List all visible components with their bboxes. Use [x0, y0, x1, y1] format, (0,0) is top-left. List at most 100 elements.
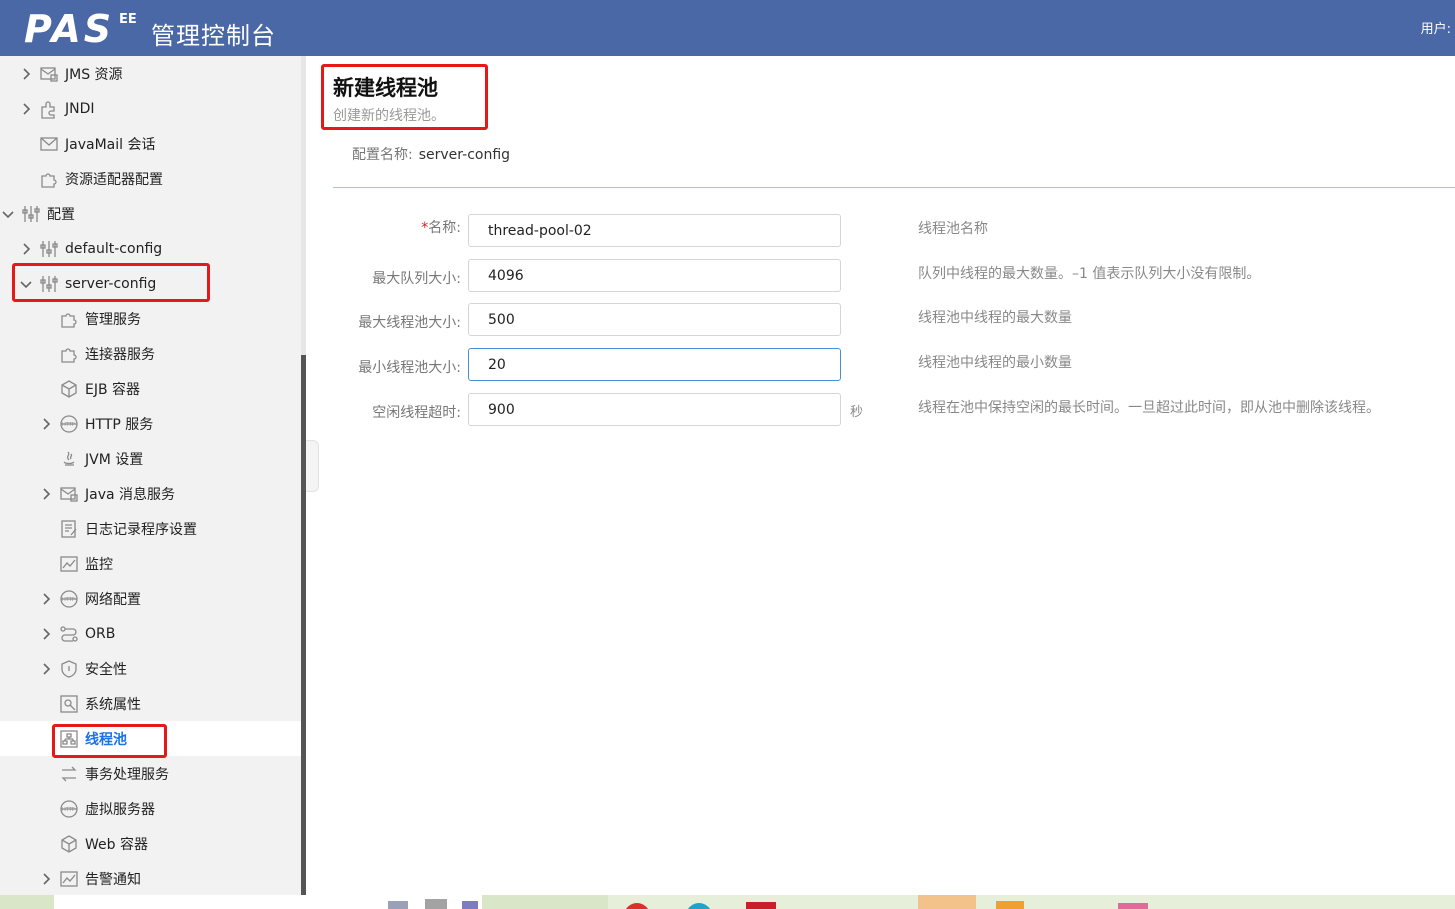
- sidebar-item-label: JMS 资源: [65, 66, 123, 83]
- sidebar-item-label: 安全性: [85, 661, 127, 678]
- taskbar-icon-1[interactable]: [388, 901, 408, 909]
- sidebar-item-label: ORB: [85, 625, 116, 642]
- field-input[interactable]: [468, 303, 841, 336]
- sidebar-item[interactable]: 日志记录程序设置: [0, 511, 301, 546]
- chevron-right-icon[interactable]: [20, 242, 32, 255]
- sidebar-item-label: 网络配置: [85, 591, 141, 608]
- taskbar-icon-2[interactable]: [425, 899, 447, 909]
- sidebar-item[interactable]: EJB 容器: [0, 371, 301, 406]
- taskbar-app-area: [608, 895, 1455, 909]
- sidebar-item-label: HTTP 服务: [85, 416, 154, 433]
- chevron-right-icon[interactable]: [20, 102, 32, 115]
- sidebar-item[interactable]: 系统属性: [0, 686, 301, 721]
- field-help-text: 线程在池中保持空闲的最长时间。一旦超过此时间，即从池中删除该线程。: [918, 400, 1380, 416]
- puzzle-icon: [61, 347, 77, 363]
- chevron-right-icon[interactable]: [40, 872, 52, 885]
- log-icon: [61, 519, 77, 538]
- taskbar-app-5[interactable]: [996, 901, 1024, 909]
- taskbar-app-6[interactable]: [1118, 903, 1148, 909]
- config-name-value: server-config: [418, 147, 511, 163]
- field-input[interactable]: [468, 214, 841, 247]
- sidebar-item[interactable]: JVM 设置: [0, 441, 301, 476]
- chevron-right-icon[interactable]: [40, 662, 52, 675]
- cube-icon: [61, 379, 77, 398]
- field-input[interactable]: [468, 393, 841, 426]
- field-label-text: 最小线程池大小:: [358, 360, 461, 376]
- app-header: PAS EE 管理控制台 用户:: [0, 0, 1455, 56]
- console-title: 管理控制台: [151, 22, 276, 50]
- sidebar-item[interactable]: JNDI: [0, 91, 301, 126]
- taskbar-icon-3[interactable]: [462, 901, 478, 909]
- chevron-right-icon[interactable]: [40, 487, 52, 500]
- chevron-right-icon[interactable]: [40, 417, 52, 430]
- taskbar-search-box[interactable]: [54, 895, 482, 909]
- jndi-icon: [41, 100, 55, 119]
- config-name-row: 配置名称: server-config: [352, 144, 510, 164]
- field-input[interactable]: [468, 348, 841, 381]
- java-icon: [63, 451, 75, 466]
- sidebar-item-label: 管理服务: [85, 311, 141, 328]
- jms-resource-icon: [60, 486, 78, 502]
- sliders-icon: [22, 205, 40, 222]
- section-divider: [333, 187, 1455, 188]
- field-help-text: 线程池中线程的最大数量: [918, 310, 1072, 326]
- sidebar-item[interactable]: HTTP HTTP 服务: [0, 406, 301, 441]
- http-globe-icon: HTTP: [60, 414, 78, 433]
- chart-icon: [60, 870, 78, 887]
- sidebar-item[interactable]: default-config: [0, 231, 301, 266]
- sidebar-item[interactable]: 配置: [0, 196, 301, 231]
- sidebar-item[interactable]: 管理服务: [0, 301, 301, 336]
- chevron-right-icon[interactable]: [40, 592, 52, 605]
- sidebar-item-label: 系统属性: [85, 696, 141, 713]
- puzzle-icon: [61, 312, 77, 328]
- field-label: 最大线程池大小:: [331, 312, 461, 332]
- taskbar-app-4[interactable]: [918, 895, 976, 909]
- sidebar-item[interactable]: 告警通知: [0, 861, 301, 895]
- svg-text:HTTP: HTTP: [62, 422, 75, 428]
- puzzle-icon: [41, 172, 57, 188]
- sidebar-item-label: JVM 设置: [85, 451, 144, 468]
- page-subtitle: 创建新的线程池。: [333, 108, 445, 124]
- sidebar-item-label: 日志记录程序设置: [85, 521, 197, 538]
- chevron-right-icon[interactable]: [20, 67, 32, 80]
- sidebar-item-label: JavaMail 会话: [65, 136, 156, 153]
- field-label-text: 最大队列大小:: [372, 271, 461, 287]
- field-label: 空闲线程超时:: [331, 402, 461, 422]
- sidebar-item[interactable]: JavaMail 会话: [0, 126, 301, 161]
- taskbar-app-3[interactable]: [746, 902, 776, 909]
- chevron-right-icon[interactable]: [40, 627, 52, 640]
- sidebar-item[interactable]: HTTP 网络配置: [0, 581, 301, 616]
- sidebar-item[interactable]: Java 消息服务: [0, 476, 301, 511]
- field-label: *名称:: [331, 217, 461, 237]
- chevron-down-icon[interactable]: [2, 208, 14, 220]
- field-label: 最小线程池大小:: [331, 357, 461, 377]
- orb-icon: [60, 625, 78, 642]
- user-label[interactable]: 用户:: [1421, 18, 1451, 37]
- sidebar-item[interactable]: 资源适配器配置: [0, 161, 301, 196]
- http-globe-icon: HTTP: [60, 589, 78, 608]
- sidebar-item-label: JNDI: [65, 100, 95, 117]
- sidebar-item[interactable]: HTTP 虚拟服务器: [0, 791, 301, 826]
- field-help-text: 线程池名称: [918, 221, 988, 237]
- sidebar-collapse-handle[interactable]: [306, 440, 319, 492]
- sidebar-item-label: 配置: [47, 206, 75, 223]
- sidebar-item[interactable]: 连接器服务: [0, 336, 301, 371]
- sidebar-item-label: 资源适配器配置: [65, 171, 163, 188]
- field-input[interactable]: [468, 259, 841, 292]
- field-help-text: 线程池中线程的最小数量: [918, 355, 1072, 371]
- highlight-server-config: [12, 263, 210, 302]
- sidebar-item[interactable]: 安全性: [0, 651, 301, 686]
- svg-text:HTTP: HTTP: [62, 597, 75, 603]
- sidebar-item[interactable]: Web 容器: [0, 826, 301, 861]
- sidebar-item[interactable]: JMS 资源: [0, 56, 301, 91]
- sidebar-item[interactable]: 监控: [0, 546, 301, 581]
- mail-icon: [40, 136, 58, 151]
- chart-icon: [60, 555, 78, 572]
- jms-resource-icon: [40, 66, 58, 82]
- sidebar-item-label: EJB 容器: [85, 381, 141, 398]
- sidebar-item[interactable]: ORB: [0, 616, 301, 651]
- sidebar-item[interactable]: 事务处理服务: [0, 756, 301, 791]
- sidebar-item-label: 虚拟服务器: [85, 801, 155, 818]
- sidebar-scroll-thumb[interactable]: [301, 355, 306, 895]
- sidebar-item-label: default-config: [65, 240, 163, 257]
